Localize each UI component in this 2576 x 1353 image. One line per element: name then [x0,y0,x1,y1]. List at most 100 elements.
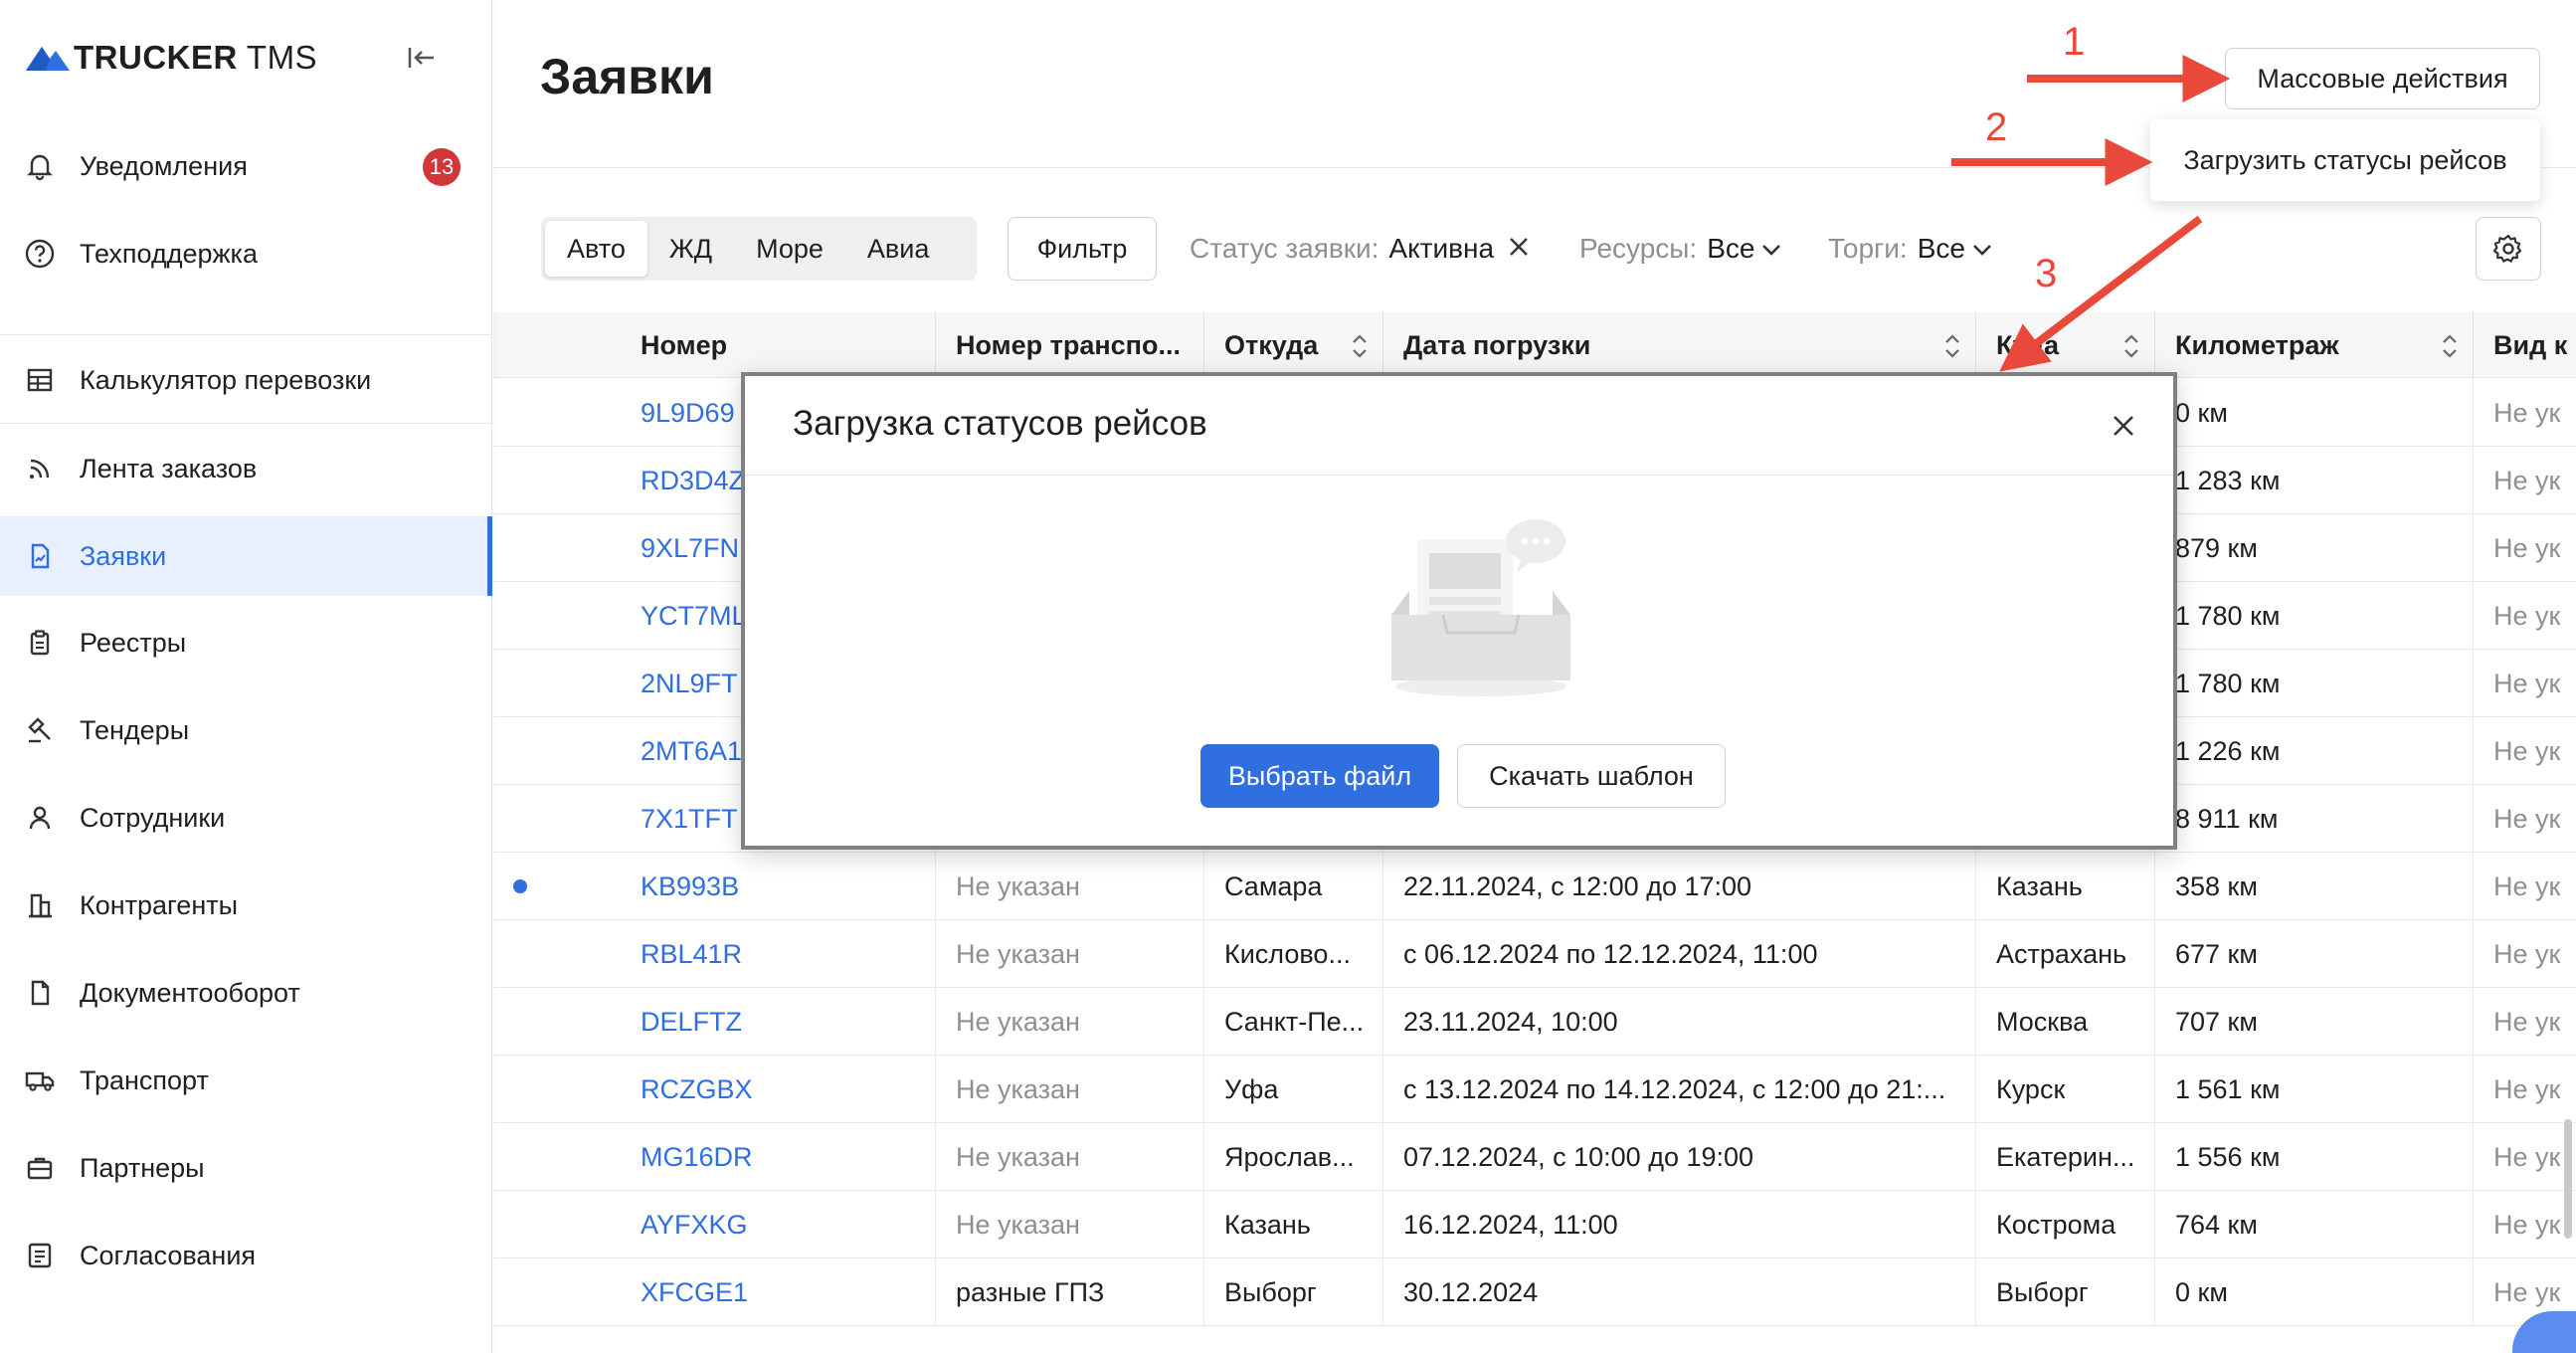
column-header-loading-date[interactable]: Дата погрузки [1382,312,1975,378]
sidebar-item-label: Согласования [80,1240,257,1270]
table-row[interactable]: XFCGE1 разные ГПЗ Выборг 30.12.2024 Выборг 0 … [493,1258,2576,1326]
column-header-number[interactable]: Номер [621,312,935,378]
close-modal-button[interactable] [2104,406,2143,446]
cell-kind: Не ук [2473,650,2576,717]
column-header-label: Дата погрузки [1403,329,1591,360]
sidebar-item-transport[interactable]: Транспорт [0,1041,492,1120]
mass-actions-button[interactable]: Массовые действия [2225,48,2540,109]
sidebar-item-label: Лента заказов [80,453,258,483]
sidebar-item-notifications[interactable]: Уведомления 13 [0,126,492,206]
gavel-icon [22,712,58,748]
feed-icon [22,451,58,486]
sidebar-item-support[interactable]: Техподдержка [0,214,492,293]
clear-filter-icon[interactable] [1508,233,1530,265]
cell-mileage: 1 556 км [2154,1123,2473,1191]
bell-icon [22,148,58,184]
cell-mileage: 8 911 км [2154,785,2473,853]
sort-icon [1945,334,1959,358]
sidebar-item-calculator[interactable]: Калькулятор перевозки [0,340,492,420]
cell-mileage: 358 км [2154,853,2473,920]
sidebar-item-requests[interactable]: Заявки [0,516,492,596]
cell-number[interactable]: DELFTZ [621,988,935,1056]
cell-mileage: 879 км [2154,514,2473,582]
table-row[interactable]: RBL41R Не указан Кислово... с 06.12.2024 по… [493,920,2576,988]
cell-loading-date: 16.12.2024, 11:00 [1382,1191,1975,1258]
cell-kind: Не ук [2473,1056,2576,1123]
sort-icon [2124,334,2138,358]
cell-number[interactable]: XFCGE1 [621,1258,935,1326]
app-logo[interactable]: TRUCKER TMS [26,36,463,80]
tab-auto[interactable]: Авто [545,221,647,277]
column-header-transport-number[interactable]: Номер транспо... [935,312,1203,378]
filter-chip-value: Все [1917,233,1965,264]
cell-number[interactable]: KB993B [621,853,935,920]
checklist-icon [22,1238,58,1273]
column-header-from[interactable]: Откуда [1203,312,1382,378]
cell-to: Выборг [1975,1258,2154,1326]
cell-transport-number: Не указан [935,1056,1203,1123]
sidebar-item-tenders[interactable]: Тендеры [0,690,492,770]
download-template-button[interactable]: Скачать шаблон [1457,744,1726,808]
cell-mileage: 677 км [2154,920,2473,988]
sidebar-item-orders-feed[interactable]: Лента заказов [0,429,492,508]
sidebar-item-counterparties[interactable]: Контрагенты [0,866,492,945]
tab-air[interactable]: Авиа [845,221,951,277]
collapse-sidebar-button[interactable] [402,38,442,78]
sidebar-item-partners[interactable]: Партнеры [0,1128,492,1208]
sidebar-divider [0,423,492,424]
filter-chip-value: Все [1707,233,1755,264]
sidebar-item-label: Контрагенты [80,889,239,920]
sidebar-item-docflow[interactable]: Документооборот [0,953,492,1033]
sidebar-item-employees[interactable]: Сотрудники [0,778,492,858]
cell-kind: Не ук [2473,717,2576,785]
sidebar-divider [0,334,492,335]
column-header-to[interactable]: Куда [1975,312,2154,378]
column-header-mileage[interactable]: Километраж [2154,312,2473,378]
filter-button[interactable]: Фильтр [1008,217,1157,281]
table-row[interactable]: KB993B Не указан Самара 22.11.2024, с 12:00… [493,853,2576,920]
tab-rail[interactable]: ЖД [647,221,734,277]
filter-chip-status[interactable]: Статус заявки: Активна [1190,227,1530,271]
sidebar-item-label: Документооборот [80,977,300,1008]
cell-transport-number: Не указан [935,1191,1203,1258]
annotation-step-2: 2 [1985,105,2008,149]
cell-to: Москва [1975,988,2154,1056]
table-row[interactable]: MG16DR Не указан Ярослав... 07.12.2024, с 1… [493,1123,2576,1191]
menu-item-upload-trip-statuses[interactable]: Загрузить статусы рейсов [2183,145,2506,176]
cell-transport-number: разные ГПЗ [935,1258,1203,1326]
cell-number[interactable]: RBL41R [621,920,935,988]
cell-transport-number: Не указан [935,853,1203,920]
cell-number[interactable]: RCZGBX [621,1056,935,1123]
building-icon [22,887,58,923]
truck-icon [22,1063,58,1098]
table-row[interactable]: DELFTZ Не указан Санкт-Пе... 23.11.2024, 10… [493,988,2576,1056]
cell-transport-number: Не указан [935,920,1203,988]
cell-to: Казань [1975,853,2154,920]
tab-sea[interactable]: Море [734,221,845,277]
column-header-label: Откуда [1224,329,1319,360]
sidebar-item-label: Тендеры [80,714,190,745]
table-row[interactable]: RCZGBX Не указан Уфа с 13.12.2024 по 14.12.… [493,1056,2576,1123]
chevron-down-icon [1760,233,1782,265]
column-header-kind[interactable]: Вид к [2473,312,2576,378]
file-icon [22,975,58,1011]
choose-file-button[interactable]: Выбрать файл [1200,744,1439,808]
vertical-scrollbar[interactable] [2564,1119,2572,1239]
cell-from: Уфа [1203,1056,1382,1123]
filter-chip-resources[interactable]: Ресурсы: Все [1579,227,1782,271]
table-settings-button[interactable] [2476,217,2541,281]
sidebar-item-registries[interactable]: Реестры [0,603,492,682]
cell-kind: Не ук [2473,582,2576,650]
cell-number[interactable]: MG16DR [621,1123,935,1191]
cell-transport-number: Не указан [935,1123,1203,1191]
cell-kind: Не ук [2473,447,2576,514]
filter-chip-bidding[interactable]: Торги: Все [1828,227,1993,271]
close-icon [2114,416,2133,436]
cell-number[interactable]: AYFXKG [621,1191,935,1258]
cell-loading-date: 22.11.2024, с 12:00 до 17:00 [1382,853,1975,920]
sidebar-item-approvals[interactable]: Согласования [0,1216,492,1295]
annotation-step-1: 1 [2063,20,2086,64]
document-icon [22,538,58,574]
table-row[interactable]: AYFXKG Не указан Казань 16.12.2024, 11:00 Ко… [493,1191,2576,1258]
page-title: Заявки [540,49,714,104]
